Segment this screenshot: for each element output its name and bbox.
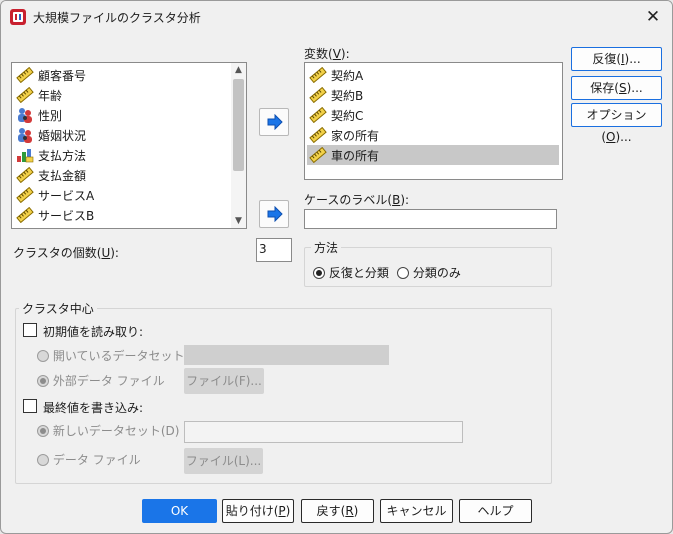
source-variable-list[interactable]: ▲ ▼ 顧客番号 年齢 性別 婚姻状況 支払方法 支払金額 サービスA サービスB [11, 62, 247, 229]
read-file-button[interactable]: ファイル(F)... [184, 368, 264, 394]
variables-label: 変数(V): [304, 47, 350, 61]
ruler-scale-icon [309, 146, 327, 164]
cluster-centers-title: クラスタ中心 [19, 300, 97, 317]
radio-unselected-icon [37, 350, 49, 362]
num-clusters-value: 3 [259, 242, 267, 256]
move-to-case-label-button[interactable] [259, 200, 289, 228]
data-file-option[interactable]: データ ファイル [37, 451, 141, 468]
window-title: 大規模ファイルのクラスタ分析 [33, 11, 201, 25]
variables-list-item[interactable]: 家の所有 [307, 125, 559, 145]
variables-list-item[interactable]: 契約A [307, 65, 559, 85]
ruler-scale-icon [16, 166, 34, 184]
options-button[interactable]: オプション(O)... [571, 103, 662, 144]
help-button[interactable]: ヘルプ [459, 499, 532, 523]
external-file-option[interactable]: 外部データ ファイル [37, 372, 165, 389]
num-clusters-field[interactable]: 3 [256, 238, 292, 262]
close-icon[interactable]: ✕ [640, 4, 666, 30]
case-label-label: ケースのラベル(B): [304, 193, 410, 207]
arrow-right-icon [267, 114, 283, 130]
radio-selected-icon [37, 375, 49, 387]
num-clusters-label: クラスタの個数(U): [13, 246, 119, 260]
source-list-item[interactable]: サービスA [14, 185, 228, 205]
ruler-scale-icon [16, 66, 34, 84]
source-list-item[interactable]: 婚姻状況 [14, 125, 228, 145]
ruler-scale-icon [16, 86, 34, 104]
arrow-right-icon [267, 206, 283, 222]
variables-list[interactable]: 契約A 契約B 契約C 家の所有 車の所有 [304, 62, 563, 180]
paste-button[interactable]: 貼り付け(P) [222, 499, 294, 523]
variables-list-item[interactable]: 車の所有 [307, 145, 559, 165]
source-list-item[interactable]: サービスB [14, 205, 228, 225]
source-list-item[interactable]: 支払方法 [14, 145, 228, 165]
open-dataset-option[interactable]: 開いているデータセット [37, 347, 184, 364]
spss-app-icon [10, 9, 26, 25]
ruler-scale-icon [309, 66, 327, 84]
case-label-field[interactable] [304, 209, 557, 229]
kmeans-dialog: 大規模ファイルのクラスタ分析 ✕ ▲ ▼ 顧客番号 年齢 性別 婚姻状況 支払方法 支払金… [0, 0, 673, 534]
nominal-people-icon [16, 107, 34, 123]
variables-list-item[interactable]: 契約B [307, 85, 559, 105]
radio-selected-icon [37, 425, 49, 437]
source-list-item[interactable]: 性別 [14, 105, 228, 125]
nominal-people-icon [16, 127, 34, 143]
ok-button[interactable]: OK [142, 499, 217, 523]
source-list-item[interactable]: 年齢 [14, 85, 228, 105]
variables-list-item[interactable]: 契約C [307, 105, 559, 125]
read-initial-label: 初期値を読み取り: [43, 325, 144, 339]
title-bar: 大規模ファイルのクラスタ分析 ✕ [1, 1, 672, 33]
scroll-up-icon[interactable]: ▲ [231, 63, 246, 77]
source-list-item[interactable]: 支払金額 [14, 165, 228, 185]
ruler-scale-icon [309, 106, 327, 124]
ruler-scale-icon [16, 186, 34, 204]
radio-unselected-icon [397, 267, 409, 279]
ruler-scale-icon [309, 86, 327, 104]
radio-selected-icon [313, 267, 325, 279]
write-file-button[interactable]: ファイル(L)... [184, 448, 263, 474]
open-dataset-select[interactable] [184, 345, 389, 365]
ruler-scale-icon [309, 126, 327, 144]
save-button[interactable]: 保存(S)... [571, 76, 662, 100]
move-to-variables-button[interactable] [259, 108, 289, 136]
write-final-label: 最終値を書き込み: [43, 401, 144, 415]
method-group-title: 方法 [311, 239, 342, 256]
cancel-button[interactable]: キャンセル [380, 499, 453, 523]
write-final-checkbox[interactable] [23, 399, 37, 413]
scroll-thumb[interactable] [233, 79, 244, 171]
source-list-item[interactable]: 顧客番号 [14, 65, 228, 85]
ruler-scale-icon [16, 206, 34, 224]
new-dataset-name-field[interactable] [184, 421, 463, 443]
scroll-down-icon[interactable]: ▼ [231, 214, 246, 228]
source-list-scrollbar[interactable]: ▲ ▼ [231, 63, 246, 228]
method-iterate-classify-option[interactable]: 反復と分類 [313, 264, 389, 281]
read-initial-checkbox[interactable] [23, 323, 37, 337]
radio-unselected-icon [37, 454, 49, 466]
ordinal-bars-icon [16, 147, 34, 163]
iterate-button[interactable]: 反復(I)... [571, 47, 662, 71]
method-classify-only-option[interactable]: 分類のみ [397, 264, 461, 281]
reset-button[interactable]: 戻す(R) [301, 499, 374, 523]
new-dataset-option[interactable]: 新しいデータセット(D) [37, 422, 179, 439]
